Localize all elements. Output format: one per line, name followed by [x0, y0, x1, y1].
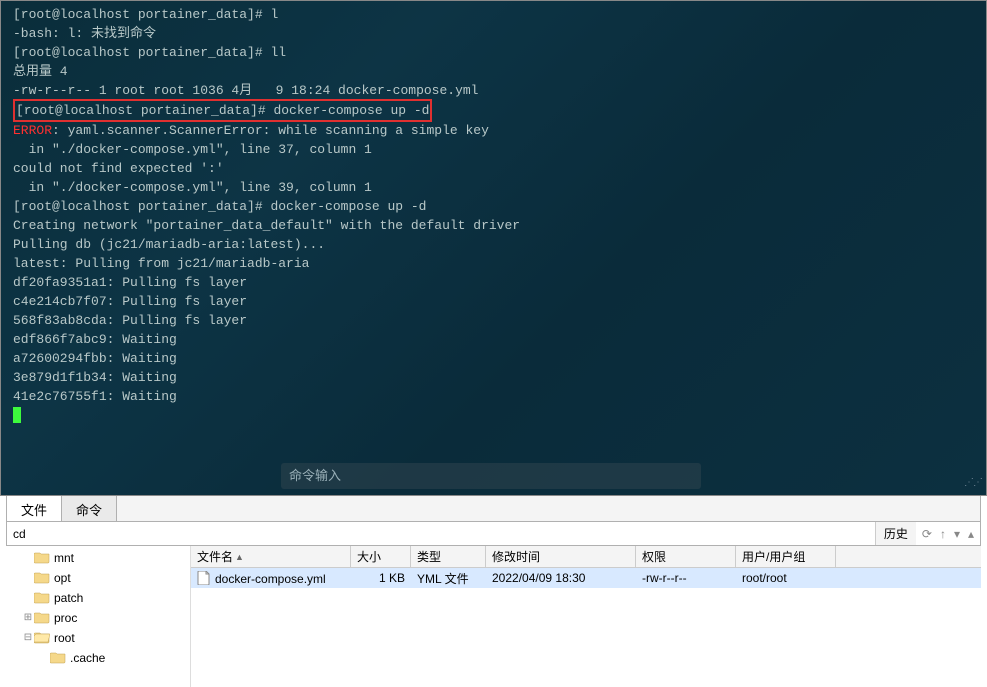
path-bar: cd 历史 ⟳ ↑ ▾ ▴: [6, 522, 981, 546]
file-size-cell: 1 KB: [351, 570, 411, 586]
folder-icon: [34, 590, 54, 607]
resize-grip[interactable]: ⋰⋰: [964, 474, 982, 493]
file-mtime-cell: 2022/04/09 18:30: [486, 570, 636, 586]
terminal-line: 总用量 4: [13, 62, 974, 81]
folder-icon: [34, 630, 54, 647]
terminal-line: -rw-r--r-- 1 root root 1036 4月 9 18:24 d…: [13, 81, 974, 100]
terminal-line: latest: Pulling from jc21/mariadb-aria: [13, 254, 974, 273]
terminal-line: in "./docker-compose.yml", line 37, colu…: [13, 140, 974, 159]
file-panel: mnt opt patch ⊞ proc ⊟ root .cache 文件名▲ 大小 类型 修…: [6, 546, 981, 687]
col-header-owner[interactable]: 用户/用户组: [736, 546, 836, 567]
col-header-perm[interactable]: 权限: [636, 546, 736, 567]
terminal-output: [root@localhost portainer_data]# l-bash:…: [13, 5, 974, 406]
file-owner-cell: root/root: [736, 570, 836, 586]
path-text[interactable]: cd: [7, 525, 32, 543]
terminal-line: could not find expected ':': [13, 159, 974, 178]
file-name-cell: docker-compose.yml: [191, 570, 351, 587]
folder-icon: [50, 650, 70, 667]
tree-item-label: .cache: [70, 651, 105, 665]
tree-expander[interactable]: ⊞: [22, 612, 34, 624]
folder-icon: [34, 550, 54, 567]
terminal-line: Pulling db (jc21/mariadb-aria:latest)...: [13, 235, 974, 254]
terminal-line: -bash: l: 未找到命令: [13, 24, 974, 43]
terminal-pane[interactable]: [root@localhost portainer_data]# l-bash:…: [0, 0, 987, 496]
terminal-line: ERROR: yaml.scanner.ScannerError: while …: [13, 121, 974, 140]
download-icon[interactable]: ▾: [954, 527, 960, 541]
lower-tabs-bar: 文件命令: [6, 496, 981, 522]
tree-item-root[interactable]: ⊟ root: [6, 628, 190, 648]
tree-item-patch[interactable]: patch: [6, 588, 190, 608]
terminal-line: [root@localhost portainer_data]# docker-…: [13, 197, 974, 216]
tree-item-label: mnt: [54, 551, 74, 565]
tree-item-opt[interactable]: opt: [6, 568, 190, 588]
file-row[interactable]: docker-compose.yml1 KBYML 文件2022/04/09 1…: [191, 568, 981, 588]
col-header-mtime[interactable]: 修改时间: [486, 546, 636, 567]
tab-files[interactable]: 文件: [7, 496, 62, 521]
folder-icon: [34, 570, 54, 587]
up-dir-icon[interactable]: ↑: [940, 527, 946, 541]
terminal-line: [root@localhost portainer_data]# l: [13, 5, 974, 24]
terminal-line: a72600294fbb: Waiting: [13, 349, 974, 368]
col-header-name[interactable]: 文件名▲: [191, 546, 351, 567]
col-header-type[interactable]: 类型: [411, 546, 486, 567]
tree-item-proc[interactable]: ⊞ proc: [6, 608, 190, 628]
terminal-line: [root@localhost portainer_data]# docker-…: [13, 100, 974, 121]
file-type-cell: YML 文件: [411, 569, 486, 588]
upload-icon[interactable]: ▴: [968, 527, 974, 541]
tree-item-label: patch: [54, 591, 83, 605]
file-list-header: 文件名▲ 大小 类型 修改时间 权限 用户/用户组: [191, 546, 981, 568]
highlighted-command: [root@localhost portainer_data]# docker-…: [13, 99, 432, 122]
tree-item-label: opt: [54, 571, 71, 585]
command-input-placeholder: 命令输入: [289, 469, 341, 484]
terminal-line: in "./docker-compose.yml", line 39, colu…: [13, 178, 974, 197]
tree-expander[interactable]: ⊟: [22, 632, 34, 644]
tree-item-label: proc: [54, 611, 77, 625]
tree-item-label: root: [54, 631, 75, 645]
tree-item-.cache[interactable]: .cache: [6, 648, 190, 668]
folder-icon: [34, 610, 54, 627]
tree-item-mnt[interactable]: mnt: [6, 548, 190, 568]
sort-asc-icon: ▲: [235, 552, 244, 562]
terminal-cursor: [13, 407, 21, 423]
file-perm-cell: -rw-r--r--: [636, 570, 736, 586]
terminal-line: Creating network "portainer_data_default…: [13, 216, 974, 235]
terminal-line: 3e879d1f1b34: Waiting: [13, 368, 974, 387]
terminal-line: [root@localhost portainer_data]# ll: [13, 43, 974, 62]
col-header-size[interactable]: 大小: [351, 546, 411, 567]
history-button[interactable]: 历史: [875, 522, 916, 545]
path-toolbar-icons: ⟳ ↑ ▾ ▴: [916, 527, 980, 541]
terminal-line: edf866f7abc9: Waiting: [13, 330, 974, 349]
tab-commands[interactable]: 命令: [62, 496, 117, 521]
refresh-icon[interactable]: ⟳: [922, 527, 932, 541]
command-input-box[interactable]: 命令输入: [281, 463, 701, 489]
file-list[interactable]: 文件名▲ 大小 类型 修改时间 权限 用户/用户组 docker-compose…: [191, 546, 981, 687]
terminal-line: c4e214cb7f07: Pulling fs layer: [13, 292, 974, 311]
terminal-line: df20fa9351a1: Pulling fs layer: [13, 273, 974, 292]
folder-tree[interactable]: mnt opt patch ⊞ proc ⊟ root .cache: [6, 546, 191, 687]
terminal-line: 568f83ab8cda: Pulling fs layer: [13, 311, 974, 330]
terminal-line: 41e2c76755f1: Waiting: [13, 387, 974, 406]
